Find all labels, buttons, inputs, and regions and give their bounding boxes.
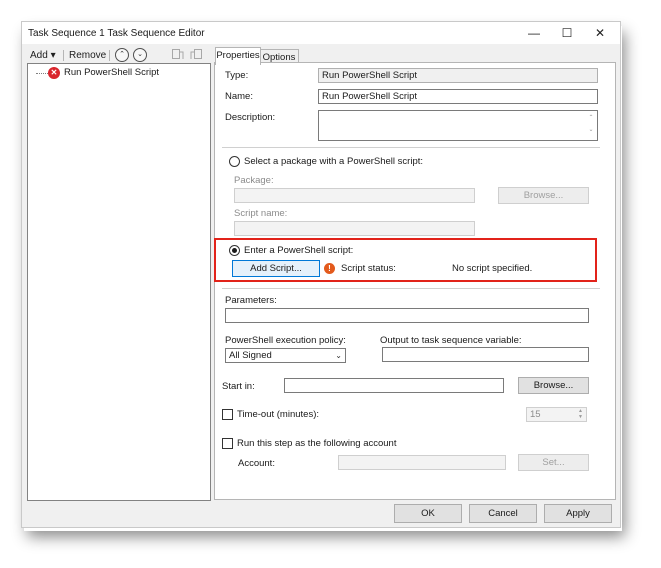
timeout-label: Time-out (minutes): xyxy=(237,409,319,420)
output-variable-label: Output to task sequence variable: xyxy=(380,335,522,346)
type-label: Type: xyxy=(225,70,249,81)
ok-button[interactable]: OK xyxy=(394,504,462,523)
cancel-button[interactable]: Cancel xyxy=(469,504,537,523)
task-sequence-tree: ✕ Run PowerShell Script xyxy=(27,63,211,501)
package-field xyxy=(234,188,475,203)
tree-item-label: Run PowerShell Script xyxy=(64,67,160,78)
package-radio-label: Select a package with a PowerShell scrip… xyxy=(244,156,424,167)
script-name-label: Script name: xyxy=(234,208,288,219)
execution-policy-select[interactable]: All Signed ⌄ xyxy=(225,348,346,363)
section-divider xyxy=(222,288,600,289)
add-menu-button[interactable]: Add ▾ xyxy=(30,50,56,61)
parameters-label: Parameters: xyxy=(225,295,277,306)
remove-button[interactable]: Remove xyxy=(69,50,106,61)
section-divider xyxy=(222,147,600,148)
start-in-label: Start in: xyxy=(222,381,255,392)
title-bar: Task Sequence 1 Task Sequence Editor — ☐… xyxy=(22,22,620,44)
error-icon: ✕ xyxy=(48,67,60,79)
scrollbar[interactable]: ⌃ ⌄ xyxy=(586,112,596,136)
run-as-label: Run this step as the following account xyxy=(237,438,397,449)
type-field: Run PowerShell Script xyxy=(318,68,598,83)
tab-properties[interactable]: Properties xyxy=(215,47,261,65)
redo-icon[interactable] xyxy=(189,48,203,61)
chevron-down-icon: ⌄ xyxy=(335,351,342,360)
package-label: Package: xyxy=(234,175,274,186)
timeout-value: 15 xyxy=(530,409,541,420)
start-in-input[interactable] xyxy=(284,378,504,393)
script-name-field xyxy=(234,221,475,236)
maximize-button[interactable]: ☐ xyxy=(552,25,582,41)
timeout-checkbox[interactable] xyxy=(222,409,233,420)
browse-package-button: Browse... xyxy=(498,187,589,204)
move-up-icon[interactable]: ⌃ xyxy=(115,48,129,62)
description-label: Description: xyxy=(225,112,276,123)
browse-start-in-button[interactable]: Browse... xyxy=(518,377,589,394)
tree-item-run-powershell-script[interactable]: ✕ Run PowerShell Script xyxy=(28,64,208,80)
window-title: Task Sequence 1 Task Sequence Editor xyxy=(28,28,205,39)
account-field xyxy=(338,455,506,470)
minimize-button[interactable]: — xyxy=(519,25,549,41)
execution-policy-value: All Signed xyxy=(229,350,272,361)
output-variable-input[interactable] xyxy=(382,347,589,362)
set-account-button: Set... xyxy=(518,454,589,471)
toolbar: Add ▾ Remove ⌃ ⌄ xyxy=(22,44,210,64)
run-as-checkbox[interactable] xyxy=(222,438,233,449)
close-button[interactable]: ✕ xyxy=(585,25,615,41)
execution-policy-label: PowerShell execution policy: xyxy=(225,335,346,346)
name-label: Name: xyxy=(225,91,253,102)
apply-button[interactable]: Apply xyxy=(544,504,612,523)
description-textarea[interactable]: ⌃ ⌄ xyxy=(318,110,598,141)
undo-icon[interactable] xyxy=(171,48,185,61)
timeout-stepper: 15 ▲ ▼ xyxy=(526,407,587,422)
spinner-arrows-icon: ▲ ▼ xyxy=(578,408,583,420)
chevron-down-icon: ▾ xyxy=(50,50,56,61)
name-input[interactable]: Run PowerShell Script xyxy=(318,89,598,104)
toolbar-divider xyxy=(109,50,110,61)
add-label: Add xyxy=(30,50,48,61)
account-label: Account: xyxy=(238,458,275,469)
parameters-input[interactable] xyxy=(225,308,589,323)
highlight-box xyxy=(214,238,597,282)
package-radio[interactable] xyxy=(229,156,240,167)
toolbar-divider xyxy=(63,50,64,61)
move-down-icon[interactable]: ⌄ xyxy=(133,48,147,62)
